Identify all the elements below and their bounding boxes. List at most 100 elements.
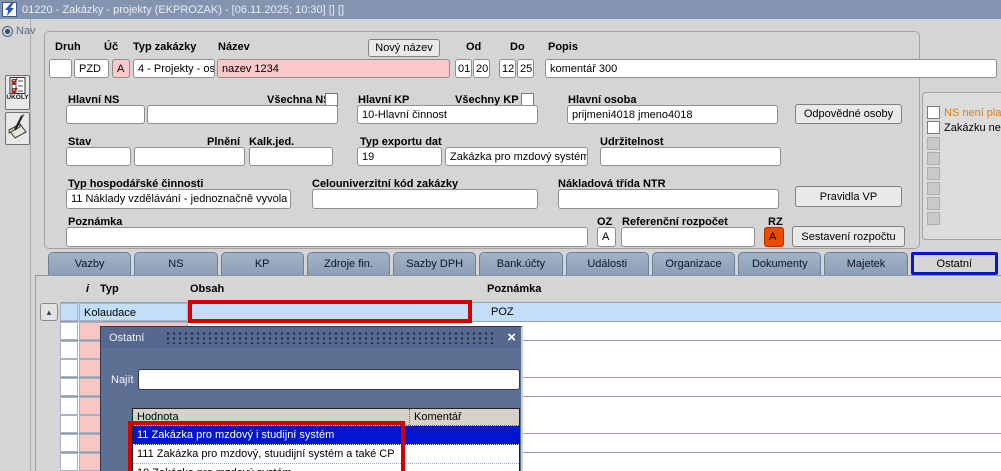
- tab-sazby-dph[interactable]: Sazby DPH: [393, 252, 477, 275]
- typ-zakazky-field[interactable]: 4 - Projekty - os: [133, 59, 215, 78]
- pravidla-vp-button[interactable]: Pravidla VP: [795, 186, 902, 207]
- flag-ns-label: NS není plat: [944, 107, 1001, 119]
- hlavni-osoba-field[interactable]: prijmeni4018 jmeno4018: [567, 105, 778, 124]
- grid-cell-i[interactable]: [60, 453, 78, 471]
- application-window: 01220 - Zakázky - projekty (EKPROZAK) - …: [0, 0, 1001, 471]
- typ-hosp-field[interactable]: 11 Náklady vzdělávání - jednoznačně vyvo…: [66, 189, 291, 209]
- nakladova-field[interactable]: [558, 189, 779, 209]
- do-label: Do: [510, 41, 525, 53]
- find-label: Najít: [111, 374, 134, 386]
- checklist-icon: [9, 77, 26, 94]
- typ-value: Kolaudace: [84, 307, 136, 319]
- title-grip-texture: [165, 331, 495, 344]
- stamp-icon: [8, 114, 27, 139]
- flag-disabled-checkbox: [927, 167, 940, 180]
- flag-zakazku-checkbox[interactable]: [927, 121, 940, 134]
- typ-exportu-code-field[interactable]: 19: [357, 147, 442, 166]
- poznamka-field[interactable]: [66, 227, 588, 247]
- tab-ns[interactable]: NS: [134, 252, 218, 275]
- stav-field[interactable]: [66, 147, 131, 166]
- grid-cell-i[interactable]: [60, 397, 78, 415]
- oz-field[interactable]: A: [597, 227, 616, 247]
- popis-label: Popis: [548, 41, 578, 53]
- grid-cell-i[interactable]: [60, 359, 78, 377]
- druh-field[interactable]: PZD: [74, 59, 109, 78]
- list-item[interactable]: 11 Zakázka pro mzdový i studijní systém: [133, 426, 519, 445]
- kalk-jed-field[interactable]: [249, 147, 333, 166]
- typ-exportu-name-field[interactable]: Zakázka pro mzdový systém: [445, 147, 588, 166]
- tab-bank-ucty[interactable]: Bank.účty: [479, 252, 563, 275]
- odpovedne-osoby-button[interactable]: Odpovědné osoby: [795, 104, 902, 124]
- grid-cell-i[interactable]: [60, 378, 78, 396]
- popup-title-bar[interactable]: Ostatní ×: [101, 327, 521, 348]
- popis-field[interactable]: komentář 300: [545, 59, 997, 78]
- sidebar: Nav ÚKOLY: [0, 19, 36, 471]
- grid-header-typ: Typ: [100, 283, 119, 295]
- tab-majetek[interactable]: Majetek: [824, 252, 908, 275]
- flag-ns-checkbox[interactable]: [927, 106, 940, 119]
- nav-label: Nav: [16, 25, 36, 37]
- hlavni-kp-field[interactable]: 10-Hlavní činnost: [357, 105, 538, 124]
- uc-field[interactable]: A: [112, 59, 130, 78]
- grid-cell-i[interactable]: [60, 434, 78, 452]
- typ-zakazky-label: Typ zakázky: [133, 41, 197, 53]
- do-year-field[interactable]: 25: [517, 59, 534, 78]
- grid-cell-obsah[interactable]: [190, 303, 480, 309]
- hlavni-ns-name-field[interactable]: [147, 105, 338, 124]
- grid-header-i: i: [86, 283, 90, 295]
- nazev-label: Název: [218, 41, 250, 53]
- ukoly-button-label: ÚKOLY: [6, 94, 29, 101]
- grid-cell-poznamka[interactable]: POZ: [487, 303, 518, 321]
- tab-kp[interactable]: KP: [220, 252, 304, 275]
- flag-disabled-checkbox: [927, 137, 940, 150]
- rz-field[interactable]: A: [764, 227, 784, 247]
- app-icon: [2, 2, 17, 17]
- celouniv-field[interactable]: [312, 189, 538, 209]
- tab-zdroje-fin[interactable]: Zdroje fin.: [306, 252, 391, 275]
- uc-label: Úč: [104, 41, 119, 53]
- udrzitelnost-field[interactable]: [600, 147, 781, 166]
- popup-title: Ostatní: [101, 327, 153, 348]
- do-month-field[interactable]: 12: [499, 59, 516, 78]
- up-arrow-icon: ▲: [45, 307, 53, 317]
- grid-row-selected[interactable]: Kolaudace POZ: [60, 302, 1001, 322]
- ref-rozpocet-field[interactable]: [621, 227, 755, 247]
- hlavni-ns-code-field[interactable]: [66, 105, 145, 124]
- flag-zakazku-label: Zakázku nep: [944, 122, 1001, 134]
- tab-organizace[interactable]: Organizace: [651, 252, 736, 275]
- row-up-arrow-button[interactable]: ▲: [40, 303, 58, 321]
- flag-disabled-checkbox: [927, 197, 940, 210]
- grid-cell-typ[interactable]: Kolaudace: [79, 303, 188, 321]
- list-item[interactable]: 111 Zakázka pro mzdový, stuudijní systém…: [133, 445, 519, 464]
- od-label: Od: [466, 41, 482, 53]
- nav-toggle[interactable]: Nav: [2, 25, 36, 37]
- druh-flag-field[interactable]: [49, 59, 72, 78]
- plneni-field[interactable]: [134, 147, 245, 166]
- grid-header-obsah: Obsah: [190, 283, 225, 295]
- title-bar: 01220 - Zakázky - projekty (EKPROZAK) - …: [0, 0, 1001, 19]
- list-item[interactable]: 19 Zakázka pro mzdový systém: [133, 464, 519, 471]
- grid-cell-i[interactable]: [60, 303, 78, 321]
- nazev-field[interactable]: nazev 1234: [217, 59, 450, 78]
- stamp-button[interactable]: [5, 112, 30, 145]
- tab-dokumenty[interactable]: Dokumenty: [738, 252, 822, 275]
- tab-vazby[interactable]: Vazby: [48, 252, 132, 275]
- grid-cell-i[interactable]: [60, 322, 78, 340]
- ukoly-button[interactable]: ÚKOLY: [5, 75, 30, 110]
- od-month-field[interactable]: 01: [455, 59, 472, 78]
- flag-disabled-checkbox: [927, 182, 940, 195]
- list-header-komentar: Komentář: [409, 409, 519, 425]
- sestaveni-rozpoctu-button[interactable]: Sestavení rozpočtu: [792, 226, 905, 247]
- close-icon[interactable]: ×: [507, 327, 516, 348]
- od-year-field[interactable]: 20: [473, 59, 490, 78]
- window-title: 01220 - Zakázky - projekty (EKPROZAK) - …: [22, 3, 344, 16]
- find-input[interactable]: [138, 369, 520, 390]
- flag-disabled-checkbox: [927, 212, 940, 225]
- tab-ostatni[interactable]: Ostatní: [910, 252, 998, 275]
- novy-nazev-button[interactable]: Nový název: [368, 39, 440, 57]
- ostatni-popup: Ostatní × Najít Hodnota Komentář 11 Zaká…: [100, 326, 523, 471]
- grid-cell-i[interactable]: [60, 415, 78, 433]
- tab-udalosti[interactable]: Události: [565, 252, 649, 275]
- tab-strip: Vazby NS KP Zdroje fin. Sazby DPH Bank.ú…: [48, 252, 998, 275]
- grid-cell-i[interactable]: [60, 341, 78, 359]
